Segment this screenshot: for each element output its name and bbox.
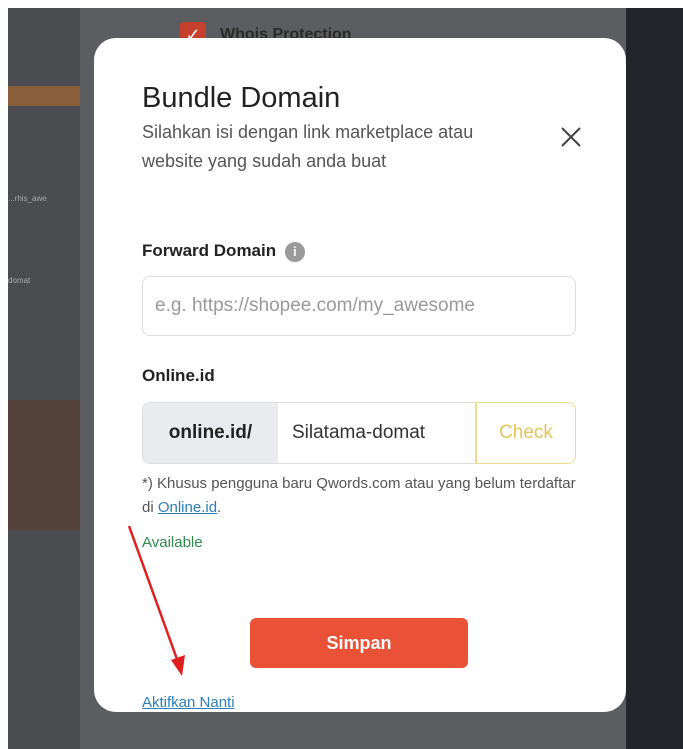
modal-title: Bundle Domain [142, 82, 341, 114]
background-text-fragment: ...rhis_awe [8, 194, 47, 203]
background-orange-bar [8, 86, 80, 106]
bundle-domain-modal: Bundle Domain Silahkan isi dengan link m… [94, 38, 626, 712]
note-end: . [217, 499, 222, 516]
modal-subtitle: Silahkan isi dengan link marketplace ata… [142, 122, 474, 171]
activate-later-link[interactable]: Aktifkan Nanti [142, 694, 235, 711]
online-id-link[interactable]: Online.id [158, 499, 217, 516]
background-text-fragment-2: domat [8, 276, 31, 285]
online-id-note: *) Khusus pengguna baru Qwords.com atau … [142, 472, 582, 520]
save-button[interactable]: Simpan [250, 618, 468, 668]
background-brown-block [8, 400, 80, 530]
info-icon[interactable]: i [284, 241, 305, 262]
forward-domain-label-text: Forward Domain [142, 241, 277, 260]
online-id-input[interactable] [278, 402, 476, 464]
check-button[interactable]: Check [476, 402, 576, 464]
close-icon[interactable] [554, 120, 588, 154]
online-id-input-group: online.id/ Check [142, 402, 576, 464]
availability-status: Available [142, 534, 203, 551]
online-id-prefix: online.id/ [142, 402, 278, 464]
online-id-label: Online.id [142, 366, 215, 385]
forward-domain-input[interactable] [142, 276, 576, 336]
forward-domain-label: Forward Domain i [142, 241, 305, 262]
background-left-panel [8, 8, 80, 749]
